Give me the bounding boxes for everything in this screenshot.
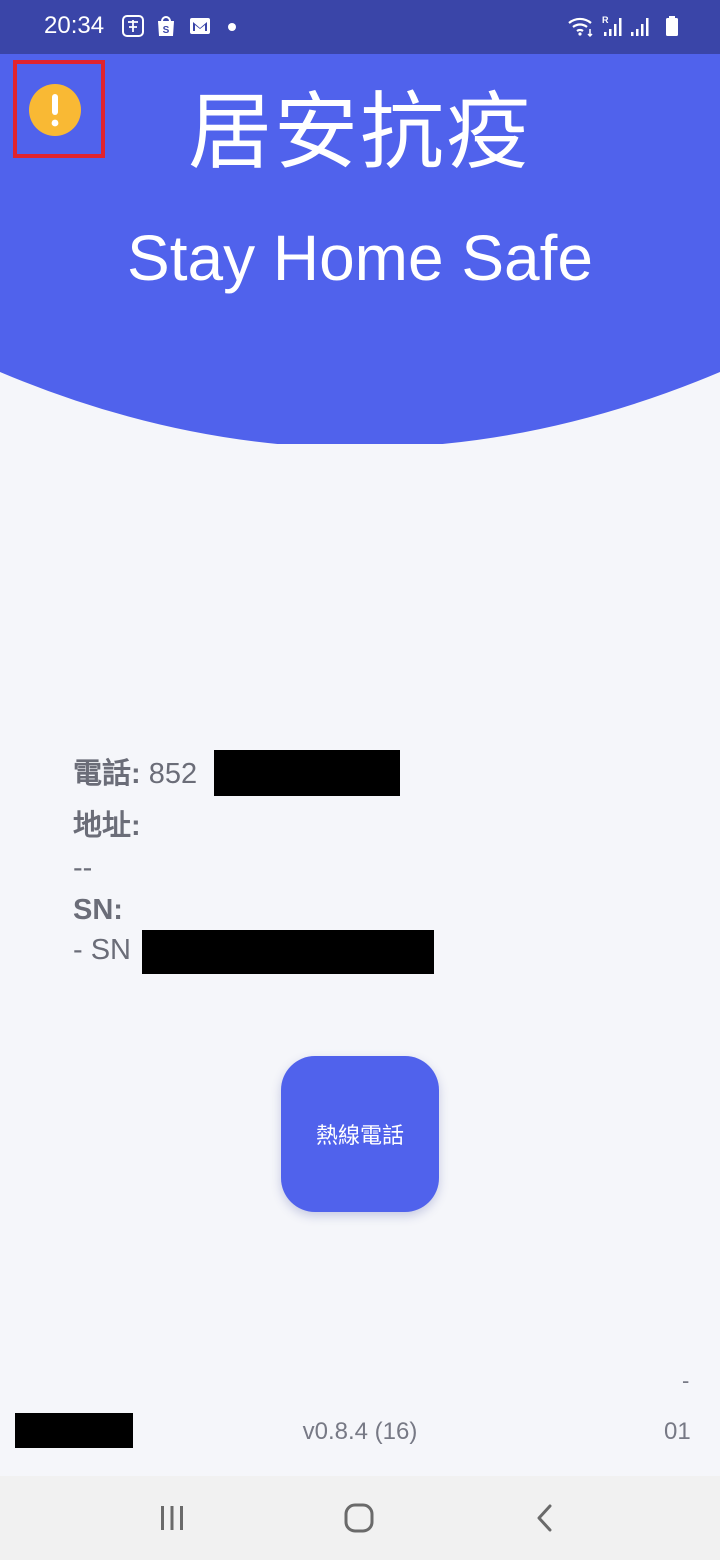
recent-apps-button[interactable] — [148, 1494, 196, 1542]
phone-value: 852 — [148, 758, 198, 790]
address-label-row: 地址: — [73, 806, 141, 846]
svg-text:S: S — [163, 25, 170, 36]
phone-label: 電話: — [73, 758, 141, 790]
back-icon — [537, 1504, 552, 1532]
warning-icon[interactable] — [28, 83, 82, 137]
notification-dot-icon — [228, 23, 236, 31]
app-title-chinese: 居安抗疫 — [187, 83, 532, 181]
hotline-button-label: 熱線電話 — [315, 1124, 404, 1149]
status-bar: 20:34 S R — [0, 0, 720, 54]
home-button[interactable] — [335, 1494, 383, 1542]
signal-roaming-icon: R — [602, 15, 622, 36]
footer-dash: - — [682, 1368, 690, 1393]
phone-row: 電話: 852 — [73, 754, 197, 794]
navigation-bar — [0, 1476, 720, 1560]
signal-icon — [631, 18, 649, 36]
phone-redaction — [214, 750, 400, 796]
battery-icon — [666, 16, 678, 36]
sn-value: - SN — [73, 934, 131, 966]
header-banner: 居安抗疫 Stay Home Safe — [0, 54, 720, 444]
sn-label: SN: — [73, 894, 123, 926]
keyboard-char-icon — [122, 15, 144, 37]
wifi-icon — [568, 17, 593, 38]
sn-label-row: SN: — [73, 890, 123, 930]
shop-bag-icon: S — [158, 16, 174, 36]
sn-redaction — [142, 930, 434, 974]
status-time: 20:34 — [44, 12, 105, 39]
screen: 20:34 S R 居安抗疫 Stay Home Safe 電話: 852 地址… — [0, 0, 720, 1560]
address-value: -- — [73, 852, 93, 884]
svg-text:R: R — [602, 15, 609, 25]
app-version: v0.8.4 (16) — [302, 1418, 418, 1445]
app-title-english: Stay Home Safe — [127, 222, 593, 294]
gmail-icon — [190, 18, 210, 34]
footer-right-text: 01 — [664, 1418, 691, 1445]
back-button[interactable] — [522, 1494, 570, 1542]
recent-apps-icon — [161, 1506, 183, 1530]
address-label: 地址: — [73, 810, 141, 842]
hotline-button[interactable]: 熱線電話 — [281, 1056, 439, 1212]
home-icon — [344, 1503, 374, 1533]
